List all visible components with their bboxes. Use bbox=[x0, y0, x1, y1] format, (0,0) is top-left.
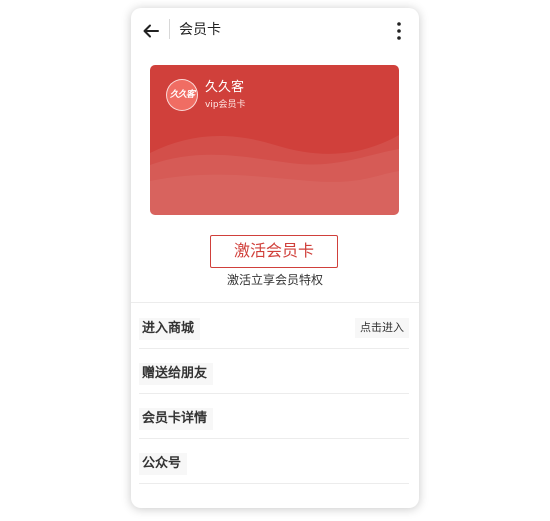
row-divider bbox=[139, 348, 409, 349]
row-divider bbox=[139, 438, 409, 439]
activate-hint: 激活立享会员特权 bbox=[226, 273, 323, 287]
menu-item-card-details[interactable]: 会员卡详情 bbox=[139, 400, 409, 436]
activate-card-button[interactable]: 激活会员卡 bbox=[210, 235, 338, 268]
menu-item-official-account[interactable]: 公众号 bbox=[139, 445, 409, 481]
card-brand-name: 久久客 bbox=[205, 80, 245, 95]
top-bar: 会员卡 bbox=[131, 8, 419, 52]
menu-item-label: 赠送给朋友 bbox=[139, 363, 214, 385]
section-divider bbox=[131, 302, 419, 303]
menu-item-label: 会员卡详情 bbox=[139, 408, 214, 430]
header-divider bbox=[169, 19, 170, 39]
more-menu-button[interactable] bbox=[393, 20, 405, 42]
menu-item-label: 公众号 bbox=[139, 453, 188, 475]
more-vertical-icon bbox=[397, 22, 401, 40]
row-divider bbox=[139, 483, 409, 484]
membership-card: 久久客 久久客 vip会员卡 bbox=[150, 65, 399, 215]
arrow-left-icon bbox=[143, 24, 159, 38]
brand-logo: 久久客 bbox=[166, 79, 198, 111]
row-divider bbox=[139, 393, 409, 394]
menu-item-action[interactable]: 点击进入 bbox=[355, 318, 409, 338]
menu-item-label: 进入商城 bbox=[139, 318, 201, 340]
menu-item-enter-mall[interactable]: 进入商城 点击进入 bbox=[139, 310, 409, 346]
back-button[interactable] bbox=[140, 20, 162, 42]
phone-frame: 会员卡 久久客 久久客 vip会员卡 激活会员卡 激活立享会员特权 进入商城 点… bbox=[131, 8, 419, 508]
card-type-label: vip会员卡 bbox=[205, 100, 246, 110]
menu-item-gift-to-friend[interactable]: 赠送给朋友 bbox=[139, 355, 409, 391]
page-title: 会员卡 bbox=[179, 22, 221, 38]
